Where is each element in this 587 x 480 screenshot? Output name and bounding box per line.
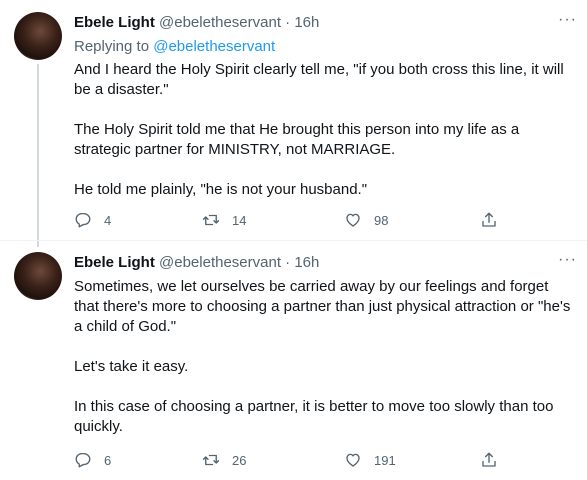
share-button[interactable]	[480, 210, 498, 230]
like-count: 191	[374, 452, 396, 468]
replying-to: Replying to @ebeletheservant	[74, 37, 275, 57]
heart-icon	[346, 213, 360, 227]
separator: ·	[285, 14, 291, 31]
tweet-actions: 4 14 98	[74, 210, 574, 230]
author-name[interactable]: Ebele Light	[74, 14, 155, 31]
reply-count: 6	[104, 452, 112, 468]
like-button[interactable]: 191	[344, 450, 396, 470]
retweet-icon	[202, 214, 220, 226]
share-icon	[482, 452, 496, 467]
author-handle[interactable]: @ebeletheservant	[159, 14, 281, 31]
tweet-paragraph: Let's take it easy.	[74, 358, 189, 375]
tweet-paragraph: In this case of choosing a partner, it i…	[74, 398, 554, 435]
tweet-paragraph: And I heard the Holy Spirit clearly tell…	[74, 61, 564, 98]
tweet[interactable]: Ebele Light @ebeletheservant · 16h ··· R…	[0, 0, 587, 247]
author-name[interactable]: Ebele Light	[74, 254, 155, 271]
tweet-header: Ebele Light @ebeletheservant · 16h	[74, 13, 319, 33]
heart-icon	[346, 453, 360, 467]
tweet-header: Ebele Light @ebeletheservant · 16h	[74, 253, 319, 273]
more-icon[interactable]: ···	[558, 12, 577, 28]
tweet-paragraph: Sometimes, we let ourselves be carried a…	[74, 278, 571, 335]
replying-prefix: Replying to	[74, 38, 150, 55]
timestamp[interactable]: 16h	[294, 14, 319, 31]
reply-icon	[75, 452, 91, 468]
retweet-button[interactable]: 26	[202, 450, 246, 470]
timestamp[interactable]: 16h	[294, 254, 319, 271]
thread-line	[37, 64, 39, 247]
tweet-paragraph: The Holy Spirit told me that He brought …	[74, 121, 520, 158]
more-icon[interactable]: ···	[558, 252, 577, 268]
replying-mention-link[interactable]: @ebeletheservant	[153, 38, 275, 55]
tweet-actions: 6 26 191	[74, 450, 574, 470]
reply-icon	[75, 212, 91, 228]
separator: ·	[285, 254, 291, 271]
reply-count: 4	[104, 212, 112, 228]
share-icon	[482, 212, 496, 227]
like-count: 98	[374, 212, 389, 228]
retweet-count: 14	[232, 212, 247, 228]
author-handle[interactable]: @ebeletheservant	[159, 254, 281, 271]
reply-button[interactable]: 4	[74, 210, 111, 230]
like-button[interactable]: 98	[344, 210, 388, 230]
tweet[interactable]: Ebele Light @ebeletheservant · 16h ··· S…	[0, 240, 587, 480]
avatar[interactable]	[14, 252, 62, 300]
tweet-text: And I heard the Holy Spirit clearly tell…	[74, 60, 574, 200]
tweet-paragraph: He told me plainly, "he is not your husb…	[74, 181, 368, 198]
retweet-button[interactable]: 14	[202, 210, 246, 230]
retweet-count: 26	[232, 452, 247, 468]
tweet-text: Sometimes, we let ourselves be carried a…	[74, 277, 574, 437]
avatar[interactable]	[14, 12, 62, 60]
reply-button[interactable]: 6	[74, 450, 111, 470]
retweet-icon	[202, 454, 220, 466]
share-button[interactable]	[480, 450, 498, 470]
